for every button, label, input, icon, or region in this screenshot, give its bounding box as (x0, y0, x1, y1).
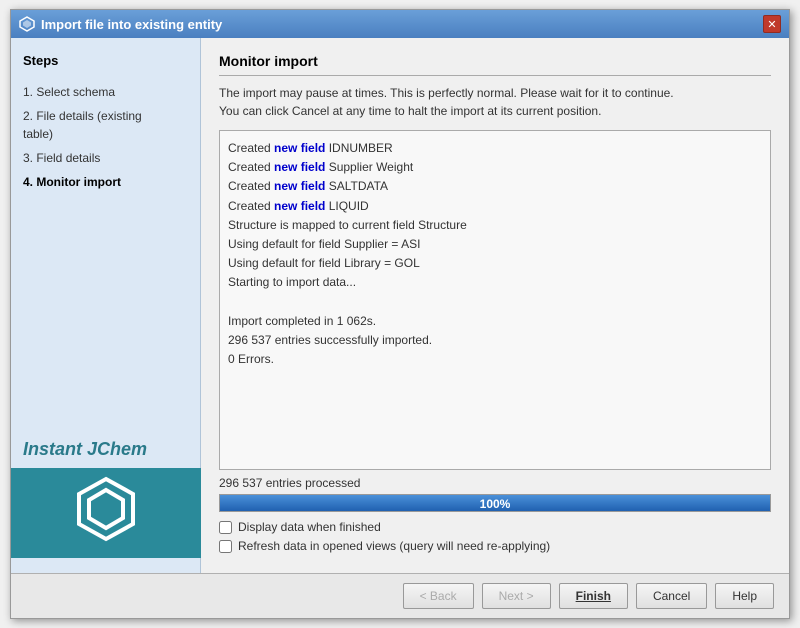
log-line-7: Using default for field Library = GOL (228, 254, 762, 273)
back-button[interactable]: < Back (403, 583, 474, 609)
log-line-8: Starting to import data... (228, 273, 762, 292)
footer: < Back Next > Finish Cancel Help (11, 573, 789, 618)
finish-button[interactable]: Finish (559, 583, 628, 609)
log-area: Created new field IDNUMBER Created new f… (219, 130, 771, 470)
hexagon-icon (71, 474, 141, 553)
dialog-title: Import file into existing entity (41, 17, 222, 32)
log-line-3: Created new field SALTDATA (228, 177, 762, 196)
log-line-6: Using default for field Supplier = ASI (228, 235, 762, 254)
log-line-9: Import completed in 1 062s. (228, 312, 762, 331)
title-bar-left: Import file into existing entity (19, 16, 222, 32)
log-line-11: 0 Errors. (228, 350, 762, 369)
log-line-2: Created new field Supplier Weight (228, 158, 762, 177)
progress-bar: 100% (219, 494, 771, 512)
display-data-checkbox[interactable] (219, 521, 232, 534)
main-title: Monitor import (219, 53, 771, 76)
desc-line1: The import may pause at times. This is p… (219, 86, 674, 100)
sidebar-title: Steps (23, 53, 188, 68)
step-3: 3. Field details (23, 146, 188, 170)
content-area: Steps 1. Select schema 2. File details (… (11, 38, 789, 573)
log-line-10: 296 537 entries successfully imported. (228, 331, 762, 350)
log-line-1: Created new field IDNUMBER (228, 139, 762, 158)
progress-label: 296 537 entries processed (219, 476, 771, 490)
next-button[interactable]: Next > (482, 583, 551, 609)
title-bar: Import file into existing entity ✕ (11, 10, 789, 38)
step-1: 1. Select schema (23, 80, 188, 104)
refresh-data-checkbox[interactable] (219, 540, 232, 553)
checkbox-row-2: Refresh data in opened views (query will… (219, 539, 771, 553)
help-button[interactable]: Help (715, 583, 774, 609)
description: The import may pause at times. This is p… (219, 84, 771, 120)
main-panel: Monitor import The import may pause at t… (201, 38, 789, 573)
sidebar-logo: Instant JChem (23, 439, 188, 558)
checkbox2-label: Refresh data in opened views (query will… (238, 539, 550, 553)
cancel-button[interactable]: Cancel (636, 583, 707, 609)
sidebar: Steps 1. Select schema 2. File details (… (11, 38, 201, 573)
progress-text: 100% (220, 495, 770, 513)
logo-icon-box (11, 468, 201, 558)
logo-text: Instant JChem (23, 439, 147, 460)
checkbox1-label: Display data when finished (238, 520, 381, 534)
log-line-4: Created new field LIQUID (228, 197, 762, 216)
step-2: 2. File details (existingtable) (23, 104, 188, 146)
dialog: Import file into existing entity ✕ Steps… (10, 9, 790, 619)
log-line-5: Structure is mapped to current field Str… (228, 216, 762, 235)
step-4-active: 4. Monitor import (23, 170, 188, 194)
log-line-blank (228, 293, 762, 312)
dialog-icon (19, 16, 35, 32)
steps-list: 1. Select schema 2. File details (existi… (23, 80, 188, 194)
checkbox-row-1: Display data when finished (219, 520, 771, 534)
desc-line2: You can click Cancel at any time to halt… (219, 104, 601, 118)
close-button[interactable]: ✕ (763, 15, 781, 33)
